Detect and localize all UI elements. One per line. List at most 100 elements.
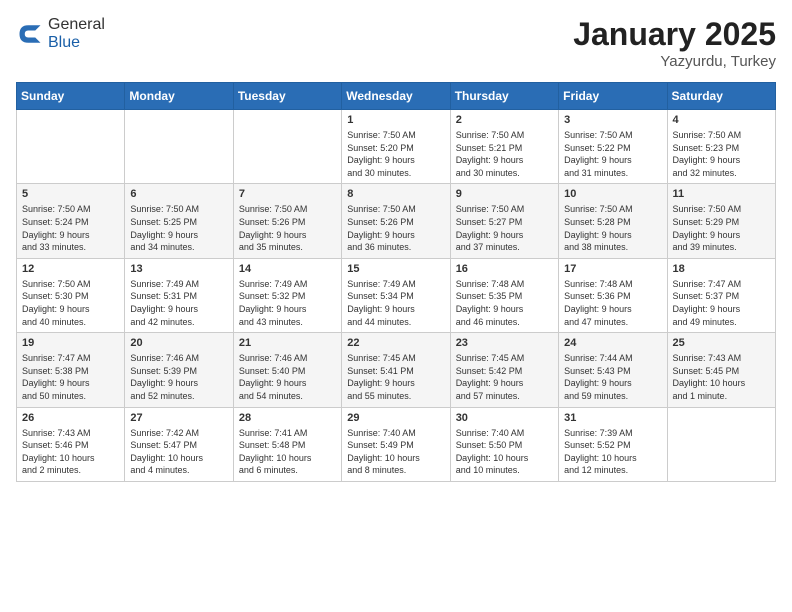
day-number: 12	[22, 263, 119, 275]
calendar-cell: 16 Sunrise: 7:48 AM Sunset: 5:35 PM Dayli…	[450, 258, 558, 332]
calendar-cell: 14Sunrise: 7:49 AM Sunset: 5:32 PM Dayli…	[233, 258, 341, 332]
calendar-cell: 12 Sunrise: 7:50 AM Sunset: 5:30 PM Dayli…	[17, 258, 125, 332]
logo-icon	[16, 20, 44, 48]
day-number: 28	[239, 412, 336, 424]
logo-text: General Blue	[48, 16, 105, 52]
calendar-cell: 15Sunrise: 7:49 AM Sunset: 5:34 PM Dayli…	[342, 258, 450, 332]
calendar-cell: 11 Sunrise: 7:50 AM Sunset: 5:29 PM Dayli…	[667, 184, 775, 258]
calendar-cell: 13Sunrise: 7:49 AM Sunset: 5:31 PM Dayli…	[125, 258, 233, 332]
calendar-week-row: 19 Sunrise: 7:47 AM Sunset: 5:38 PM Dayli…	[17, 333, 776, 407]
day-number: 10	[564, 188, 661, 200]
logo: General Blue	[16, 16, 105, 52]
day-info: Sunrise: 7:46 AM Sunset: 5:39 PM Dayligh…	[130, 352, 227, 402]
calendar-cell	[17, 110, 125, 184]
weekday-header: Friday	[559, 83, 667, 110]
calendar-cell: 1Sunrise: 7:50 AM Sunset: 5:20 PM Daylig…	[342, 110, 450, 184]
calendar-cell: 28 Sunrise: 7:41 AM Sunset: 5:48 PM Dayli…	[233, 407, 341, 481]
weekday-header: Tuesday	[233, 83, 341, 110]
day-info: Sunrise: 7:43 AM Sunset: 5:45 PM Dayligh…	[673, 352, 770, 402]
weekday-header: Thursday	[450, 83, 558, 110]
calendar-cell: 2 Sunrise: 7:50 AM Sunset: 5:21 PM Daylig…	[450, 110, 558, 184]
day-number: 7	[239, 188, 336, 200]
day-number: 16	[456, 263, 553, 275]
day-info: Sunrise: 7:47 AM Sunset: 5:37 PM Dayligh…	[673, 278, 770, 328]
day-info: Sunrise: 7:40 AM Sunset: 5:49 PM Dayligh…	[347, 427, 444, 477]
day-info: Sunrise: 7:50 AM Sunset: 5:26 PM Dayligh…	[347, 203, 444, 253]
calendar-cell: 9 Sunrise: 7:50 AM Sunset: 5:27 PM Daylig…	[450, 184, 558, 258]
day-number: 5	[22, 188, 119, 200]
day-info: Sunrise: 7:48 AM Sunset: 5:35 PM Dayligh…	[456, 278, 553, 328]
day-info: Sunrise: 7:50 AM Sunset: 5:22 PM Dayligh…	[564, 129, 661, 179]
day-info: Sunrise: 7:50 AM Sunset: 5:26 PM Dayligh…	[239, 203, 336, 253]
calendar-cell: 3 Sunrise: 7:50 AM Sunset: 5:22 PM Daylig…	[559, 110, 667, 184]
day-info: Sunrise: 7:43 AM Sunset: 5:46 PM Dayligh…	[22, 427, 119, 477]
day-number: 6	[130, 188, 227, 200]
calendar-title: January 2025	[573, 16, 776, 53]
day-number: 18	[673, 263, 770, 275]
calendar-cell: 25Sunrise: 7:43 AM Sunset: 5:45 PM Dayli…	[667, 333, 775, 407]
weekday-header: Wednesday	[342, 83, 450, 110]
day-info: Sunrise: 7:50 AM Sunset: 5:21 PM Dayligh…	[456, 129, 553, 179]
weekday-header: Monday	[125, 83, 233, 110]
day-info: Sunrise: 7:50 AM Sunset: 5:27 PM Dayligh…	[456, 203, 553, 253]
day-info: Sunrise: 7:50 AM Sunset: 5:28 PM Dayligh…	[564, 203, 661, 253]
calendar-cell: 5Sunrise: 7:50 AM Sunset: 5:24 PM Daylig…	[17, 184, 125, 258]
day-info: Sunrise: 7:44 AM Sunset: 5:43 PM Dayligh…	[564, 352, 661, 402]
day-number: 14	[239, 263, 336, 275]
calendar-cell: 21 Sunrise: 7:46 AM Sunset: 5:40 PM Dayli…	[233, 333, 341, 407]
calendar-cell: 27Sunrise: 7:42 AM Sunset: 5:47 PM Dayli…	[125, 407, 233, 481]
calendar-cell: 7 Sunrise: 7:50 AM Sunset: 5:26 PM Daylig…	[233, 184, 341, 258]
calendar-table: SundayMondayTuesdayWednesdayThursdayFrid…	[16, 82, 776, 482]
calendar-cell: 30Sunrise: 7:40 AM Sunset: 5:50 PM Dayli…	[450, 407, 558, 481]
day-info: Sunrise: 7:50 AM Sunset: 5:23 PM Dayligh…	[673, 129, 770, 179]
day-number: 19	[22, 337, 119, 349]
day-info: Sunrise: 7:40 AM Sunset: 5:50 PM Dayligh…	[456, 427, 553, 477]
calendar-week-row: 5Sunrise: 7:50 AM Sunset: 5:24 PM Daylig…	[17, 184, 776, 258]
calendar-cell	[667, 407, 775, 481]
calendar-cell: 4 Sunrise: 7:50 AM Sunset: 5:23 PM Daylig…	[667, 110, 775, 184]
day-info: Sunrise: 7:50 AM Sunset: 5:30 PM Dayligh…	[22, 278, 119, 328]
calendar-week-row: 12 Sunrise: 7:50 AM Sunset: 5:30 PM Dayli…	[17, 258, 776, 332]
day-number: 23	[456, 337, 553, 349]
day-number: 22	[347, 337, 444, 349]
day-number: 24	[564, 337, 661, 349]
calendar-cell: 18 Sunrise: 7:47 AM Sunset: 5:37 PM Dayli…	[667, 258, 775, 332]
day-number: 15	[347, 263, 444, 275]
day-number: 9	[456, 188, 553, 200]
calendar-cell: 31Sunrise: 7:39 AM Sunset: 5:52 PM Dayli…	[559, 407, 667, 481]
calendar-cell: 8Sunrise: 7:50 AM Sunset: 5:26 PM Daylig…	[342, 184, 450, 258]
day-number: 17	[564, 263, 661, 275]
day-info: Sunrise: 7:45 AM Sunset: 5:42 PM Dayligh…	[456, 352, 553, 402]
calendar-location: Yazyurdu, Turkey	[573, 53, 776, 70]
day-info: Sunrise: 7:46 AM Sunset: 5:40 PM Dayligh…	[239, 352, 336, 402]
day-info: Sunrise: 7:50 AM Sunset: 5:25 PM Dayligh…	[130, 203, 227, 253]
page-header: General Blue January 2025 Yazyurdu, Turk…	[16, 16, 776, 70]
day-number: 11	[673, 188, 770, 200]
day-number: 26	[22, 412, 119, 424]
day-info: Sunrise: 7:47 AM Sunset: 5:38 PM Dayligh…	[22, 352, 119, 402]
weekday-header: Saturday	[667, 83, 775, 110]
day-info: Sunrise: 7:39 AM Sunset: 5:52 PM Dayligh…	[564, 427, 661, 477]
calendar-cell: 20Sunrise: 7:46 AM Sunset: 5:39 PM Dayli…	[125, 333, 233, 407]
calendar-week-row: 1Sunrise: 7:50 AM Sunset: 5:20 PM Daylig…	[17, 110, 776, 184]
calendar-cell: 17Sunrise: 7:48 AM Sunset: 5:36 PM Dayli…	[559, 258, 667, 332]
calendar-cell: 19 Sunrise: 7:47 AM Sunset: 5:38 PM Dayli…	[17, 333, 125, 407]
calendar-cell: 23 Sunrise: 7:45 AM Sunset: 5:42 PM Dayli…	[450, 333, 558, 407]
logo-general: General	[48, 16, 105, 33]
calendar-cell	[125, 110, 233, 184]
calendar-cell: 10 Sunrise: 7:50 AM Sunset: 5:28 PM Dayli…	[559, 184, 667, 258]
weekday-header: Sunday	[17, 83, 125, 110]
day-number: 3	[564, 114, 661, 126]
day-info: Sunrise: 7:45 AM Sunset: 5:41 PM Dayligh…	[347, 352, 444, 402]
day-info: Sunrise: 7:50 AM Sunset: 5:20 PM Dayligh…	[347, 129, 444, 179]
day-info: Sunrise: 7:50 AM Sunset: 5:29 PM Dayligh…	[673, 203, 770, 253]
calendar-cell: 6 Sunrise: 7:50 AM Sunset: 5:25 PM Daylig…	[125, 184, 233, 258]
weekday-header-row: SundayMondayTuesdayWednesdayThursdayFrid…	[17, 83, 776, 110]
day-number: 4	[673, 114, 770, 126]
day-number: 2	[456, 114, 553, 126]
day-info: Sunrise: 7:42 AM Sunset: 5:47 PM Dayligh…	[130, 427, 227, 477]
day-info: Sunrise: 7:41 AM Sunset: 5:48 PM Dayligh…	[239, 427, 336, 477]
day-number: 29	[347, 412, 444, 424]
logo-blue: Blue	[48, 34, 80, 51]
day-number: 21	[239, 337, 336, 349]
